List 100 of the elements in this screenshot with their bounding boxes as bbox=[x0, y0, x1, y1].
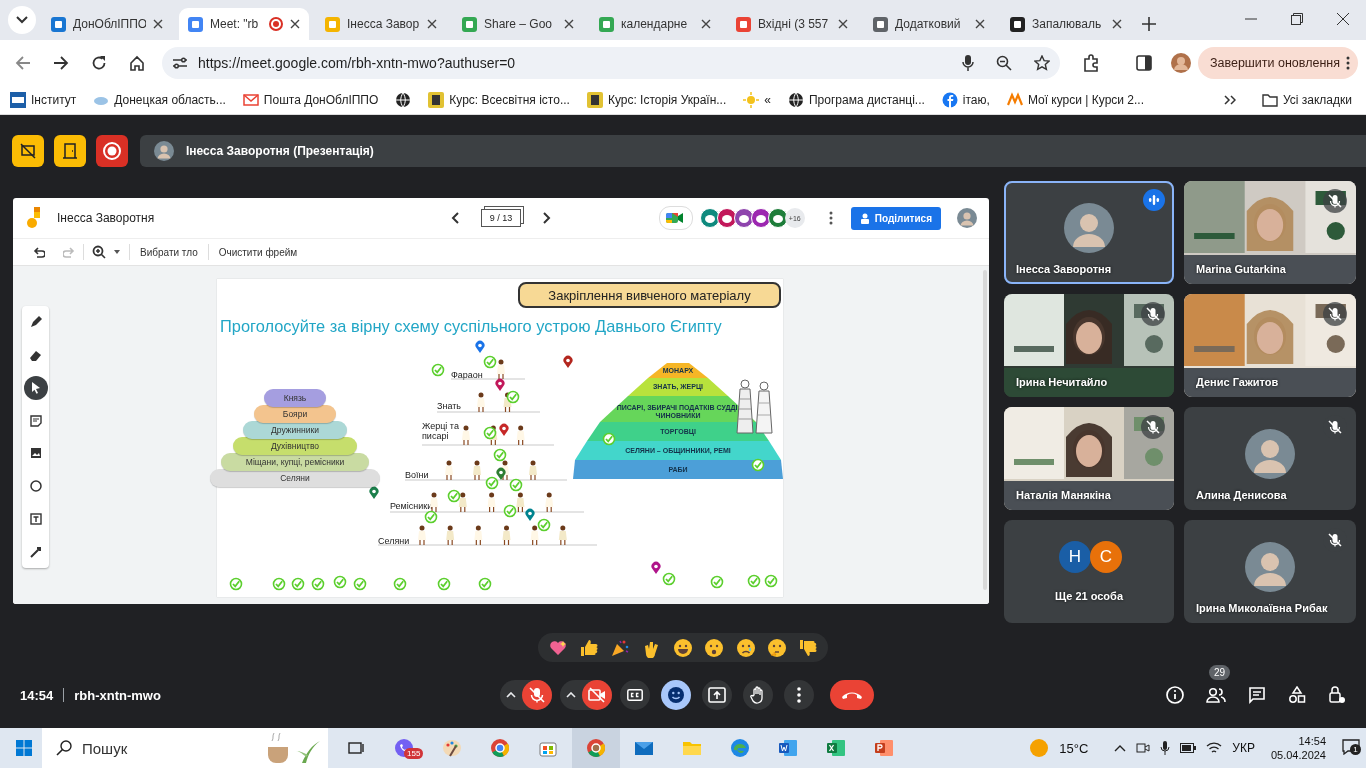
close-icon[interactable] bbox=[975, 19, 985, 29]
participant-tile[interactable]: Наталія Манякіна bbox=[1004, 407, 1174, 510]
chevron-right-icon[interactable] bbox=[1224, 94, 1236, 105]
browser-tab[interactable]: ДонОблІППО bbox=[42, 8, 172, 40]
page-indicator[interactable]: 9 / 13 bbox=[481, 209, 521, 227]
browser-tab[interactable]: календарне bbox=[590, 8, 720, 40]
zoom-icon[interactable] bbox=[996, 54, 1012, 71]
clear-frame-button[interactable]: Очистити фрейм bbox=[216, 246, 300, 258]
circle-icon[interactable] bbox=[27, 478, 44, 495]
bookmark[interactable]: ітаю, bbox=[941, 91, 990, 108]
search-field[interactable]: Пошук bbox=[42, 728, 328, 768]
info-icon[interactable] bbox=[1166, 686, 1184, 704]
language-indicator[interactable]: УКР bbox=[1232, 741, 1255, 755]
thumbs-up-icon[interactable] bbox=[579, 637, 599, 658]
excel-icon[interactable] bbox=[826, 738, 846, 758]
meet-tray-icon[interactable] bbox=[1136, 741, 1151, 755]
thumbs-down-icon[interactable] bbox=[798, 637, 819, 658]
home-icon[interactable] bbox=[129, 54, 145, 71]
close-icon[interactable] bbox=[701, 19, 711, 29]
microphone-icon[interactable] bbox=[962, 54, 974, 71]
close-icon[interactable] bbox=[838, 19, 848, 29]
host-controls-icon[interactable] bbox=[1328, 686, 1346, 704]
all-bookmarks-link[interactable]: Усі закладки bbox=[1262, 92, 1352, 107]
bookmark[interactable]: « bbox=[743, 91, 771, 108]
close-icon[interactable] bbox=[153, 19, 163, 29]
participant-tile[interactable]: Ірина Миколаївна Рибак bbox=[1184, 520, 1356, 623]
more-options-button[interactable] bbox=[784, 680, 814, 710]
caret-up-icon[interactable] bbox=[1114, 744, 1127, 752]
new-tab-icon[interactable] bbox=[1142, 17, 1156, 31]
extensions-icon[interactable] bbox=[1082, 53, 1100, 72]
reactions-button[interactable] bbox=[661, 680, 691, 710]
browser-tab[interactable]: Додатковий bbox=[864, 8, 994, 40]
close-icon[interactable] bbox=[290, 19, 300, 29]
thinking-face-icon[interactable] bbox=[766, 637, 787, 658]
microphone-button[interactable] bbox=[522, 680, 552, 710]
close-icon[interactable] bbox=[1112, 19, 1122, 29]
edge-icon[interactable] bbox=[730, 738, 750, 758]
browser-tab[interactable]: Запалюваль bbox=[1001, 8, 1131, 40]
browser-tab[interactable]: Meet: "rb bbox=[179, 8, 309, 40]
bookmark[interactable]: Пошта ДонОблІППО bbox=[242, 91, 379, 108]
caret-icon[interactable] bbox=[113, 249, 121, 255]
leave-call-button[interactable] bbox=[830, 680, 874, 710]
sticky-note-icon[interactable] bbox=[27, 412, 44, 429]
people-icon[interactable] bbox=[1206, 687, 1226, 703]
battery-icon[interactable] bbox=[1180, 743, 1197, 753]
chrome-icon[interactable] bbox=[490, 738, 510, 758]
close-icon[interactable] bbox=[427, 19, 437, 29]
chat-icon[interactable] bbox=[1248, 686, 1266, 704]
participant-tile[interactable]: Marina Gutarkina bbox=[1184, 181, 1356, 284]
bookmark[interactable]: Інститут bbox=[10, 91, 77, 108]
record-button[interactable] bbox=[96, 135, 128, 167]
participant-tile[interactable]: Інесса Заворотня bbox=[1004, 181, 1174, 284]
laughing-face-icon[interactable] bbox=[672, 637, 693, 658]
wifi-icon[interactable] bbox=[1206, 742, 1223, 754]
more-icon[interactable] bbox=[828, 211, 833, 225]
restore-icon[interactable] bbox=[1291, 13, 1303, 25]
participant-tile[interactable]: Ірина Нечитайло bbox=[1004, 294, 1174, 397]
bookmark[interactable]: Донецкая область... bbox=[93, 91, 226, 108]
powerpoint-icon[interactable] bbox=[874, 738, 894, 758]
bookmark[interactable]: Мої курси | Курси 2... bbox=[1006, 91, 1145, 108]
sad-face-icon[interactable] bbox=[735, 637, 756, 658]
camera-button[interactable] bbox=[582, 680, 612, 710]
word-icon[interactable] bbox=[778, 738, 798, 758]
zoom-icon[interactable] bbox=[92, 245, 106, 259]
surprised-face-icon[interactable] bbox=[704, 637, 725, 658]
microphone-icon[interactable] bbox=[1160, 741, 1171, 755]
previous-icon[interactable] bbox=[451, 212, 459, 224]
forward-icon[interactable] bbox=[53, 54, 69, 71]
close-icon[interactable] bbox=[564, 19, 574, 29]
back-icon[interactable] bbox=[15, 54, 31, 71]
address-bar[interactable]: https://meet.google.com/rbh-xntn-mwo?authuser=0 bbox=[162, 46, 1060, 79]
profile-avatar-icon[interactable] bbox=[1171, 52, 1191, 73]
present-button[interactable] bbox=[702, 680, 732, 710]
tab-search-button[interactable] bbox=[8, 6, 36, 34]
background-button[interactable]: Вибрати тло bbox=[138, 246, 200, 258]
paint-icon[interactable] bbox=[442, 738, 462, 758]
notification-icon[interactable] bbox=[1342, 738, 1360, 755]
chrome-icon[interactable] bbox=[586, 738, 606, 758]
side-panel-icon[interactable] bbox=[1136, 54, 1152, 71]
share-button[interactable]: Поділитися bbox=[850, 206, 941, 230]
bookmark[interactable]: Програма дистанці... bbox=[787, 91, 925, 108]
door-button[interactable] bbox=[54, 135, 86, 167]
text-box-icon[interactable] bbox=[27, 510, 44, 527]
participant-tile[interactable]: Н С Ще 21 особа bbox=[1004, 520, 1174, 623]
browser-tab[interactable]: Вхідні (3 557 bbox=[727, 8, 857, 40]
browser-tab[interactable]: Share – Goo bbox=[453, 8, 583, 40]
reload-icon[interactable] bbox=[91, 54, 107, 71]
close-icon[interactable] bbox=[1337, 13, 1349, 25]
undo-icon[interactable] bbox=[33, 246, 45, 258]
participant-tile[interactable]: Алина Денисова bbox=[1184, 407, 1356, 510]
activities-icon[interactable] bbox=[1288, 686, 1306, 704]
globe-icon[interactable] bbox=[395, 91, 412, 108]
bookmark[interactable]: Курс: Всесвітня істо... bbox=[428, 91, 570, 108]
bookmark[interactable]: Курс: Історія Україн... bbox=[586, 91, 727, 108]
more-participants[interactable]: Ще 21 особа bbox=[1004, 590, 1174, 602]
star-icon[interactable] bbox=[1034, 54, 1050, 71]
participant-tile[interactable]: Денис Гажитов bbox=[1184, 294, 1356, 397]
hide-presentation-button[interactable] bbox=[12, 135, 44, 167]
update-button[interactable]: Завершити оновлення bbox=[1197, 46, 1358, 79]
raise-hand-button[interactable] bbox=[743, 680, 773, 710]
